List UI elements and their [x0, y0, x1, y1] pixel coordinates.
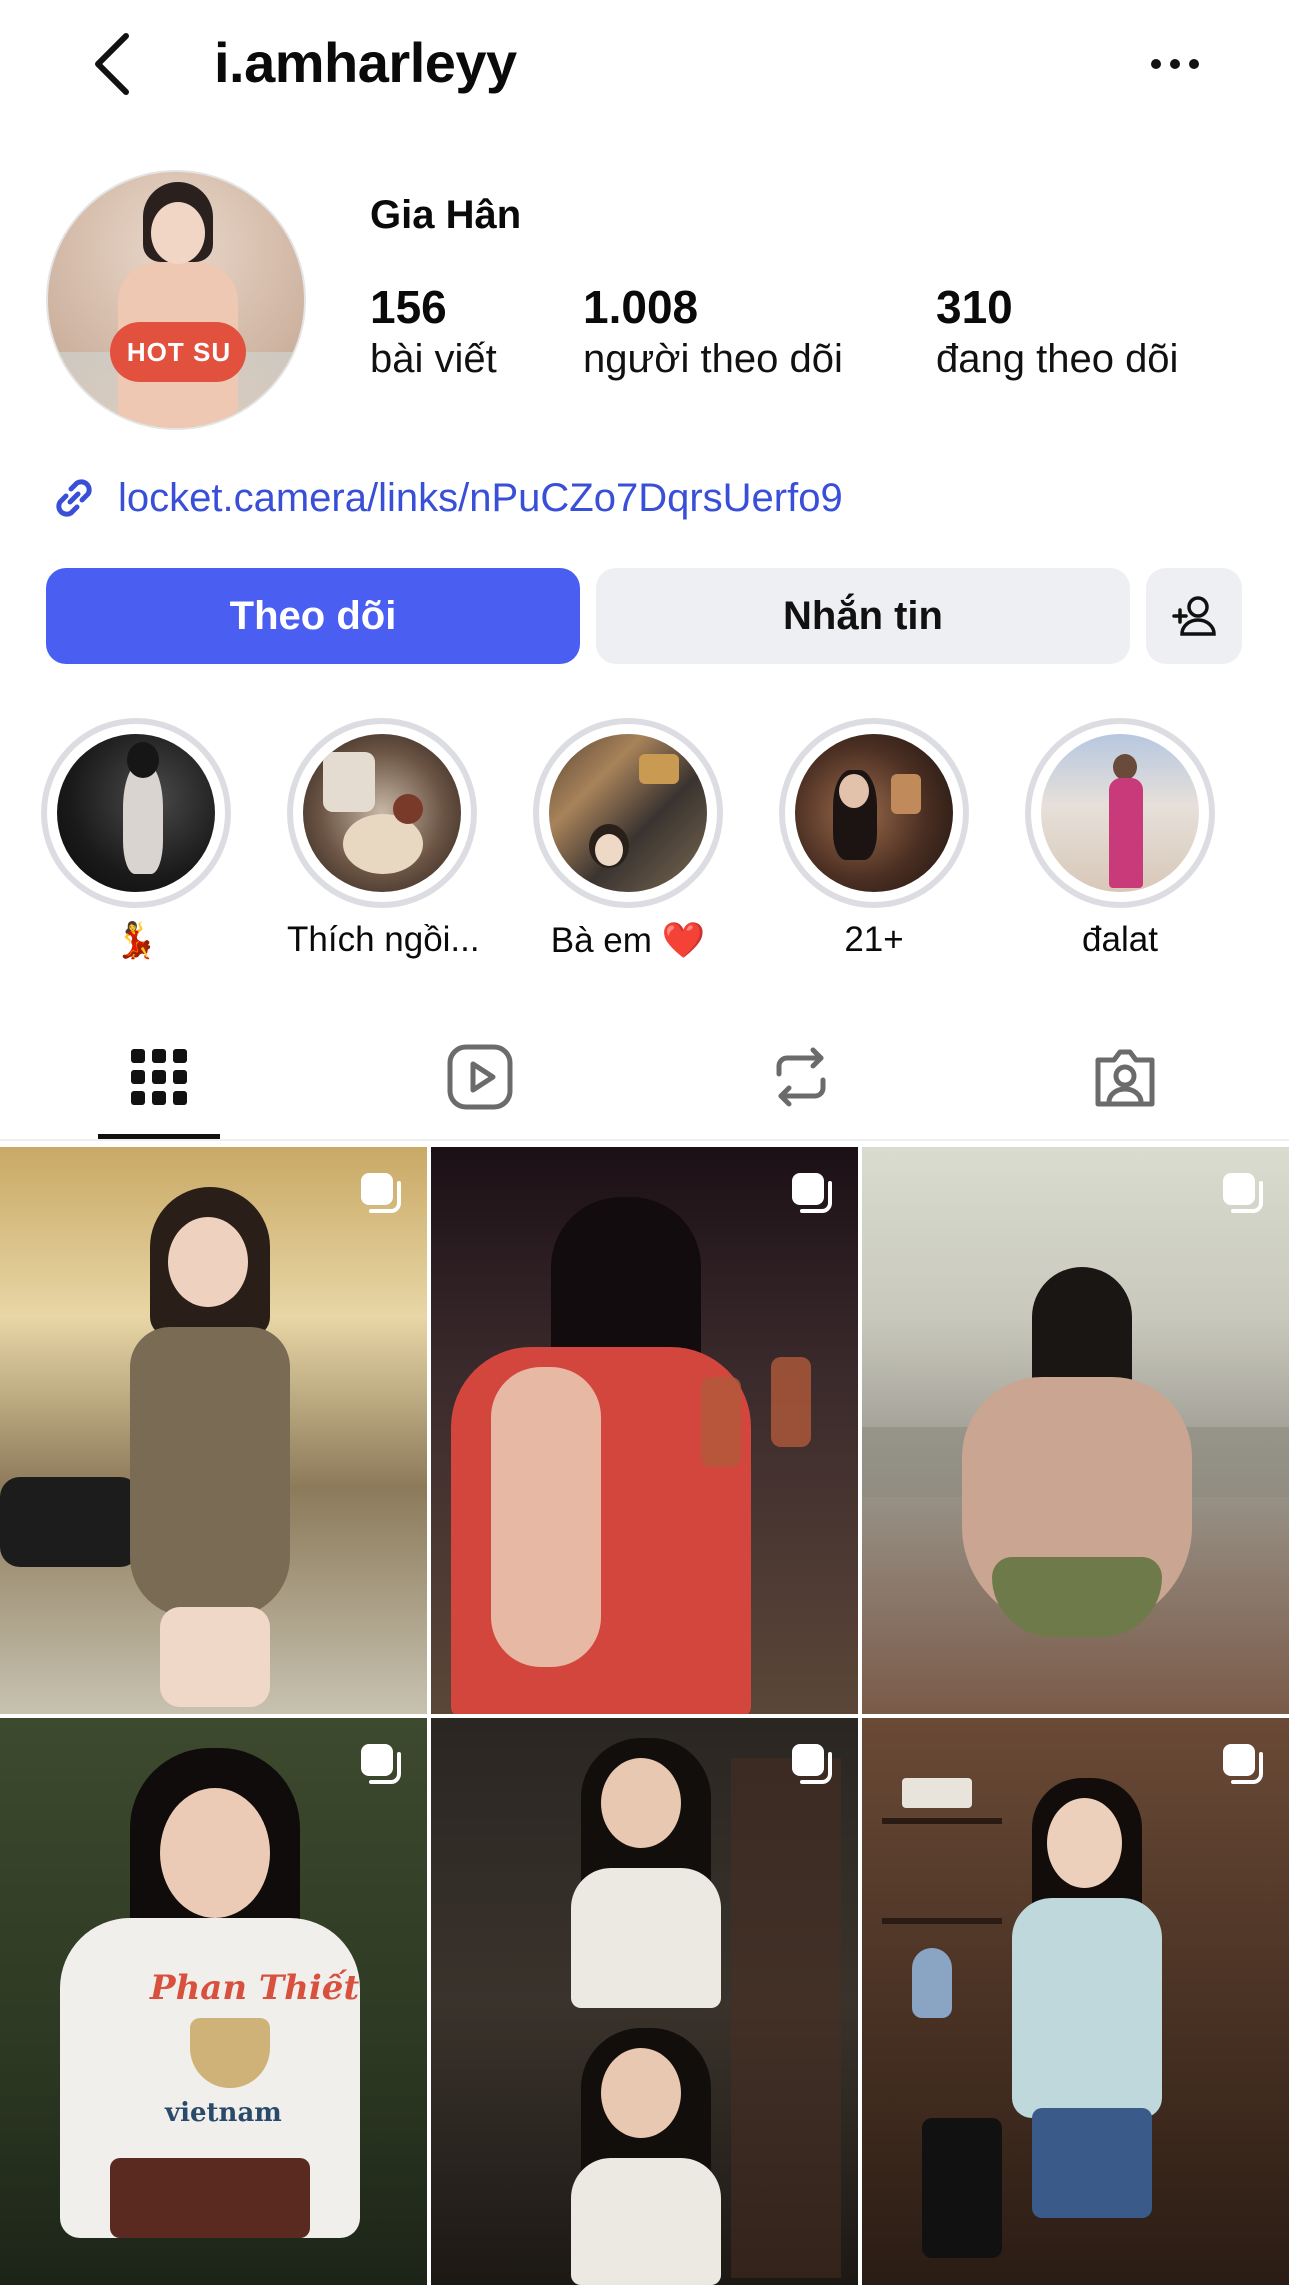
post-thumbnail[interactable]	[862, 1147, 1289, 1714]
followers-label: người theo dõi	[583, 337, 843, 381]
post-thumbnail[interactable]	[0, 1147, 427, 1714]
story-highlight[interactable]: Bà em ❤️	[533, 718, 723, 961]
story-highlight[interactable]: Thích ngồi...	[287, 718, 480, 960]
highlight-cover	[795, 734, 953, 892]
story-highlight[interactable]: 💃	[41, 718, 231, 961]
followers-count: 1.008	[583, 281, 699, 333]
posts-grid: Phan Thiết vietnam	[0, 1147, 1289, 2292]
carousel-icon	[792, 1744, 832, 1784]
link-icon	[56, 479, 92, 517]
posts-count: 156	[370, 281, 447, 333]
posts-stat[interactable]: 156 bài viết	[370, 280, 497, 384]
repost-icon	[776, 1047, 826, 1107]
carousel-icon	[361, 1173, 401, 1213]
following-stat[interactable]: 310 đang theo dõi	[936, 280, 1178, 384]
profile-username: i.amharleyy	[214, 31, 517, 94]
highlight-cover	[57, 734, 215, 892]
top-bar: i.amharleyy	[0, 0, 1289, 130]
highlight-label: Bà em ❤️	[550, 921, 706, 960]
highlight-label: 💃	[114, 921, 158, 960]
tab-posts[interactable]	[109, 1031, 209, 1123]
story-highlight[interactable]: đalat	[1025, 718, 1215, 960]
carousel-icon	[361, 1744, 401, 1784]
tab-tagged[interactable]	[1075, 1031, 1175, 1123]
tagged-person-icon	[1095, 1049, 1155, 1107]
tshirt-print-text: Phan Thiết	[150, 1968, 360, 2008]
posts-label: bài viết	[370, 337, 497, 381]
carousel-icon	[792, 1173, 832, 1213]
suggest-users-button[interactable]	[1146, 568, 1242, 664]
tab-reels[interactable]	[430, 1031, 530, 1123]
tshirt-print-text: vietnam	[165, 2098, 282, 2128]
profile-link-text: locket.camera/links/nPuCZo7DqrsUerfo9	[118, 475, 843, 520]
avatar-shirt-text: HOT SU	[126, 337, 232, 367]
reels-icon	[447, 1044, 513, 1110]
message-button[interactable]: Nhắn tin	[596, 568, 1130, 664]
post-thumbnail[interactable]	[862, 1718, 1289, 2285]
highlight-label: 21+	[844, 920, 904, 959]
post-thumbnail[interactable]	[431, 1147, 858, 1714]
highlight-label: Thích ngồi...	[287, 920, 480, 959]
carousel-icon	[1223, 1173, 1263, 1213]
highlight-cover	[303, 734, 461, 892]
profile-link[interactable]: locket.camera/links/nPuCZo7DqrsUerfo9	[46, 470, 843, 526]
highlight-cover	[1041, 734, 1199, 892]
follow-button[interactable]: Theo dõi	[46, 568, 580, 664]
carousel-icon	[1223, 1744, 1263, 1784]
grid-icon	[131, 1049, 187, 1105]
add-person-icon	[1172, 596, 1216, 636]
post-thumbnail[interactable]: Phan Thiết vietnam	[0, 1718, 427, 2285]
active-tab-indicator	[98, 1134, 220, 1139]
story-highlight[interactable]: 21+	[779, 718, 969, 960]
highlight-label: đalat	[1082, 920, 1158, 959]
following-count: 310	[936, 281, 1013, 333]
profile-tabs	[0, 1015, 1289, 1141]
following-label: đang theo dõi	[936, 337, 1179, 381]
followers-stat[interactable]: 1.008 người theo dõi	[583, 280, 843, 384]
highlight-cover	[549, 734, 707, 892]
back-button[interactable]	[82, 28, 142, 100]
profile-display-name: Gia Hân	[370, 193, 522, 237]
more-horizontal-icon	[1151, 59, 1199, 69]
profile-page: i.amharleyy HOT SU Gia Hân 156 bài viết …	[0, 0, 1289, 2292]
post-thumbnail[interactable]	[431, 1718, 858, 2285]
tab-reposts[interactable]	[751, 1031, 851, 1123]
chevron-left-icon	[95, 33, 129, 95]
profile-avatar[interactable]: HOT SU	[46, 170, 306, 430]
more-options-button[interactable]	[1140, 40, 1210, 88]
